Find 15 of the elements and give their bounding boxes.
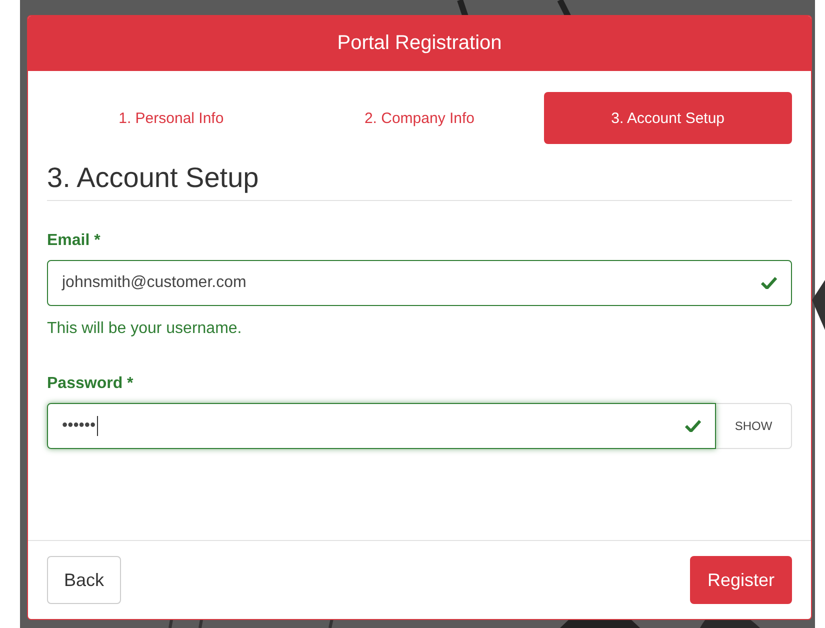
checkmark-icon <box>685 420 701 432</box>
step-tab[interactable]: 1. Personal Info <box>47 92 296 144</box>
checkmark-icon <box>761 277 777 289</box>
register-button[interactable]: Register <box>690 556 792 604</box>
field-label: Password * <box>47 375 134 393</box>
step-tab[interactable]: 3. Account Setup <box>544 92 792 144</box>
show-password-button[interactable]: SHOW <box>716 403 792 449</box>
back-button[interactable]: Back <box>47 556 121 604</box>
section-heading: 3. Account Setup <box>47 162 792 201</box>
step-tab[interactable]: 2. Company Info <box>295 92 544 144</box>
input-field[interactable]: johnsmith@customer.com <box>47 260 792 306</box>
field-label: Email * <box>47 232 102 250</box>
dialog-title: Portal Registration <box>337 32 502 55</box>
input-field[interactable]: •••••• <box>47 403 716 449</box>
help-text: This will be your username. <box>47 320 243 338</box>
